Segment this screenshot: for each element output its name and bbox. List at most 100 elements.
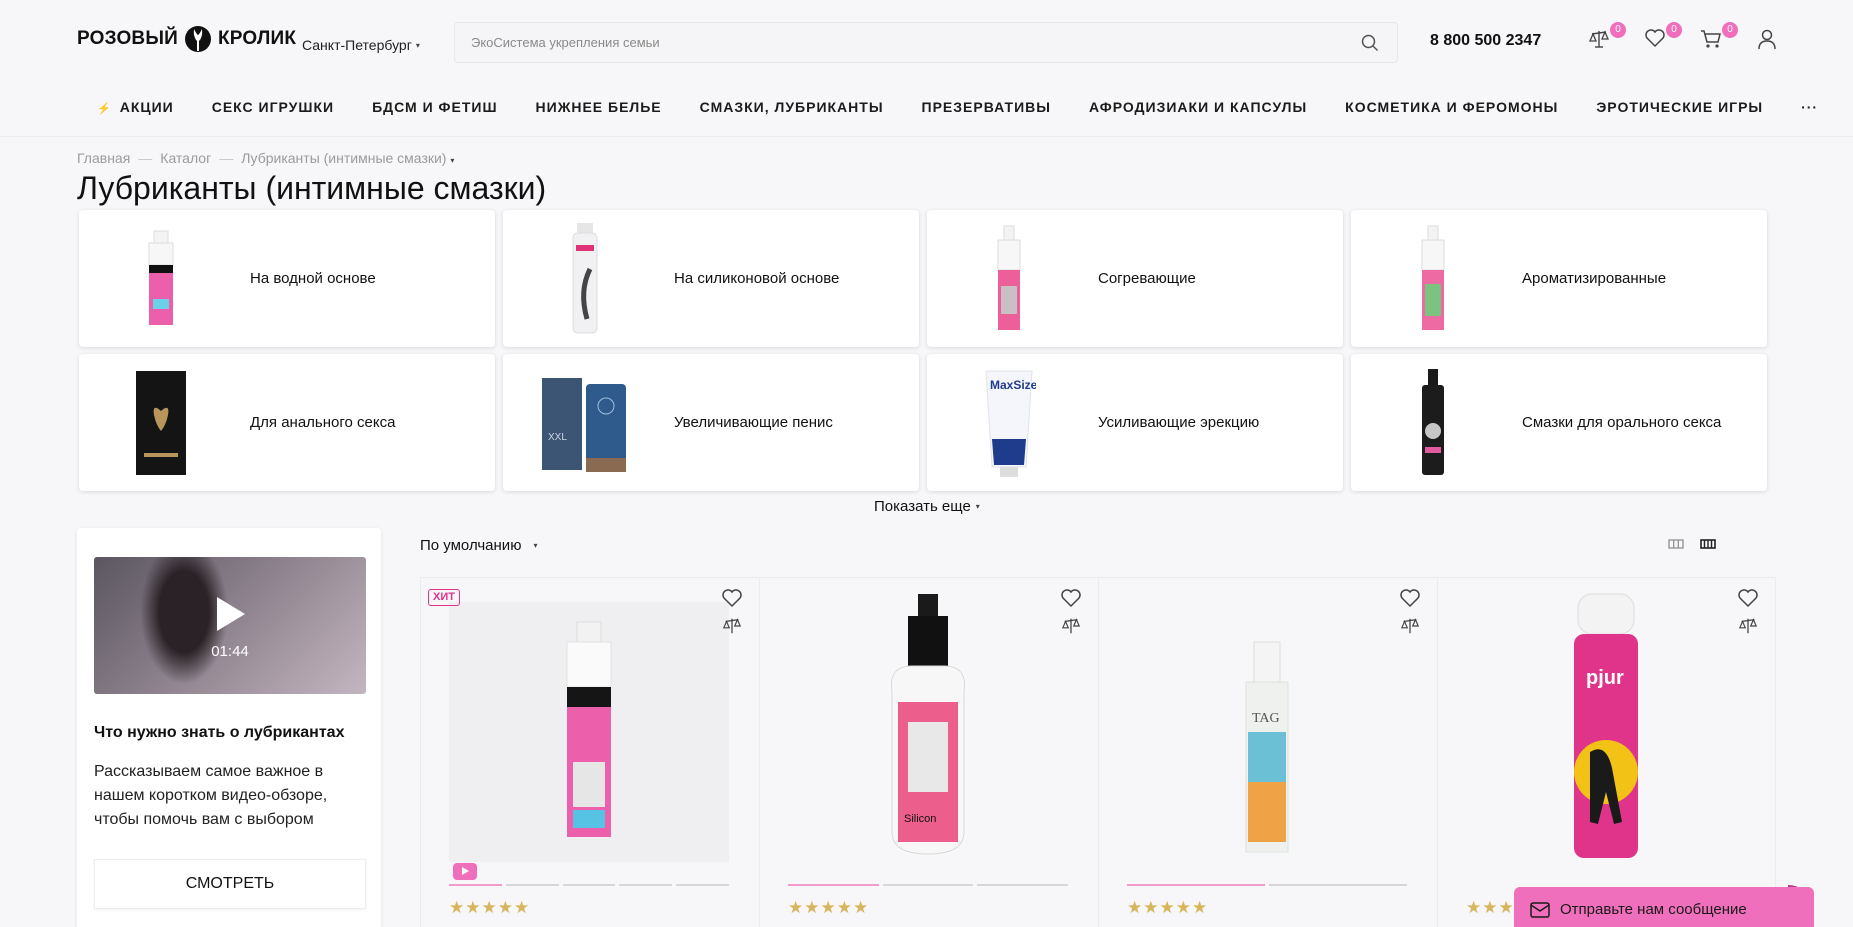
slider-dot[interactable] [977,884,1069,886]
product-card[interactable]: pjur ★★★★★ [1437,578,1776,927]
heart-icon[interactable] [1060,588,1082,608]
nav-item-lubricants[interactable]: СМАЗКИ, ЛУБРИКАНТЫ [700,99,884,115]
search-input[interactable] [471,35,1359,50]
heart-icon[interactable] [1399,588,1421,608]
slider-dot[interactable] [449,884,502,886]
compare-scales-icon[interactable] [1060,616,1082,636]
tube-icon: MaxSize [949,366,1069,479]
chat-label: Отправьте нам сообщение [1560,901,1747,918]
nav-item-games[interactable]: ЭРОТИЧЕСКИЕ ИГРЫ [1596,99,1763,115]
product-card[interactable]: ХИТ ★★★★★ [420,578,759,927]
video-thumbnail[interactable]: 01:44 [94,557,366,694]
cart-button[interactable]: 0 [1700,22,1738,52]
slider-dot[interactable] [788,884,879,886]
phone-number[interactable]: 8 800 500 2347 [1430,32,1541,50]
watch-button[interactable]: СМОТРЕТЬ [94,859,366,909]
category-tile-enlargement[interactable]: XXL Увеличивающие пенис [503,354,919,491]
grid-view-3-icon[interactable] [1668,537,1684,551]
slider-dot[interactable] [505,884,559,886]
product-image[interactable]: Silicon [788,594,1068,862]
lightning-icon: ⚡ [97,103,112,115]
category-tile-oral[interactable]: Смазки для орального секса [1351,354,1767,491]
product-image[interactable]: TAG [1127,602,1407,862]
product-card[interactable]: Silicon ★★★★★ [759,578,1098,927]
image-slider-indicator [788,884,1069,886]
category-tile-flavored[interactable]: Ароматизированные [1351,210,1767,347]
slider-dot[interactable] [1127,884,1265,886]
compare-scales-icon [1589,30,1609,48]
category-label: Смазки для орального секса [1522,414,1722,431]
nav-item-bdsm[interactable]: БДСМ И ФЕТИШ [372,99,497,115]
nav-item-condoms[interactable]: ПРЕЗЕРВАТИВЫ [922,99,1051,115]
breadcrumb-current[interactable]: Лубриканты (интимные смазки) ▾ [241,150,454,166]
svg-text:Silicon: Silicon [904,813,936,825]
category-tile-water-based[interactable]: На водной основе [79,210,495,347]
product-image[interactable] [449,602,729,862]
black-spray-icon [1373,366,1493,479]
envelope-icon [1530,901,1550,918]
compare-scales-icon[interactable] [1399,616,1421,636]
rating-stars: ★★★★★ [449,898,531,917]
chevron-down-icon: ▾ [450,156,455,165]
category-tile-warming[interactable]: Согревающие [927,210,1343,347]
compare-scales-icon[interactable] [721,616,743,636]
logo[interactable]: РОЗОВЫЙ КРОЛИК [77,22,296,56]
chat-widget-button[interactable]: Отправьте нам сообщение [1514,887,1814,927]
image-slider-indicator [1127,884,1407,886]
show-more-button[interactable]: Показать еще ▾ [874,498,980,515]
svg-text:MaxSize: MaxSize [990,378,1036,392]
breadcrumb-current-label: Лубриканты (интимные смазки) [241,150,447,166]
category-tile-silicone-based[interactable]: На силиконовой основе [503,210,919,347]
product-grid: ХИТ ★★★★★ Silicon ★★★★★ TAG ★★★★★ pjur ★… [420,577,1777,927]
breadcrumb-home[interactable]: Главная [77,150,130,166]
compare-scales-icon[interactable] [1737,616,1759,636]
compare-button[interactable]: 0 [1588,22,1626,52]
slider-dot[interactable] [619,884,673,886]
nav-item-cosmetics[interactable]: КОСМЕТИКА И ФЕРОМОНЫ [1345,99,1558,115]
heart-icon[interactable] [721,588,743,608]
chevron-down-icon: ▾ [975,502,980,511]
grid-view-4-icon[interactable] [1700,537,1716,551]
compare-count-badge: 0 [1610,22,1626,38]
city-label: Санкт-Петербург [302,37,412,53]
category-tile-erection[interactable]: MaxSize Усиливающие эрекцию [927,354,1343,491]
category-label: Согревающие [1098,270,1196,287]
heart-icon [1645,29,1665,48]
search-icon[interactable] [1359,32,1381,54]
favorites-count-badge: 0 [1666,22,1682,38]
category-label: На силиконовой основе [674,270,840,287]
cart-icon [1701,30,1721,48]
breadcrumb-catalog[interactable]: Каталог [160,150,211,166]
nav-item-lingerie[interactable]: НИЖНЕЕ БЕЛЬЕ [536,99,662,115]
site-header: РОЗОВЫЙ КРОЛИК Санкт-Петербург ▾ 8 800 5… [0,0,1853,85]
nav-item-label: АКЦИИ [119,99,174,115]
spray-bottle-icon [949,222,1069,335]
user-icon [1758,29,1776,50]
category-label: Увеличивающие пенис [674,414,833,431]
sort-label: По умолчанию [420,537,522,554]
bottle-pink-icon [101,222,221,335]
nav-item-sex-toys[interactable]: СЕКС ИГРУШКИ [212,99,334,115]
svg-text:pjur: pjur [1586,667,1624,689]
favorites-button[interactable]: 0 [1644,22,1682,52]
slider-dot[interactable] [676,884,729,886]
category-tile-anal[interactable]: Для анального секса [79,354,495,491]
breadcrumb-separator: — [219,150,234,166]
account-button[interactable] [1756,28,1780,52]
video-promo-card: 01:44 Что нужно знать о лубрикантах Расс… [77,528,381,927]
nav-item-sale[interactable]: ⚡ АКЦИИ [97,99,174,115]
nav-more-button[interactable]: ··· [1801,99,1818,115]
page-title: Лубриканты (интимные смазки) [77,170,547,206]
slider-dot[interactable] [1269,884,1407,886]
product-image[interactable]: pjur [1466,593,1746,862]
nav-item-aphrodisiacs[interactable]: АФРОДИЗИАКИ И КАПСУЛЫ [1089,99,1307,115]
heart-icon[interactable] [1737,588,1759,608]
sort-dropdown[interactable]: По умолчанию ▾ [420,537,537,554]
header-actions: 0 0 0 [1588,22,1780,52]
product-card[interactable]: TAG ★★★★★ [1098,578,1437,927]
slider-dot[interactable] [882,884,974,886]
logo-text-left: РОЗОВЫЙ [77,28,179,49]
slider-dot[interactable] [562,884,616,886]
video-description: Рассказываем самое важное в нашем коротк… [94,763,328,828]
city-selector[interactable]: Санкт-Петербург ▾ [302,37,420,53]
